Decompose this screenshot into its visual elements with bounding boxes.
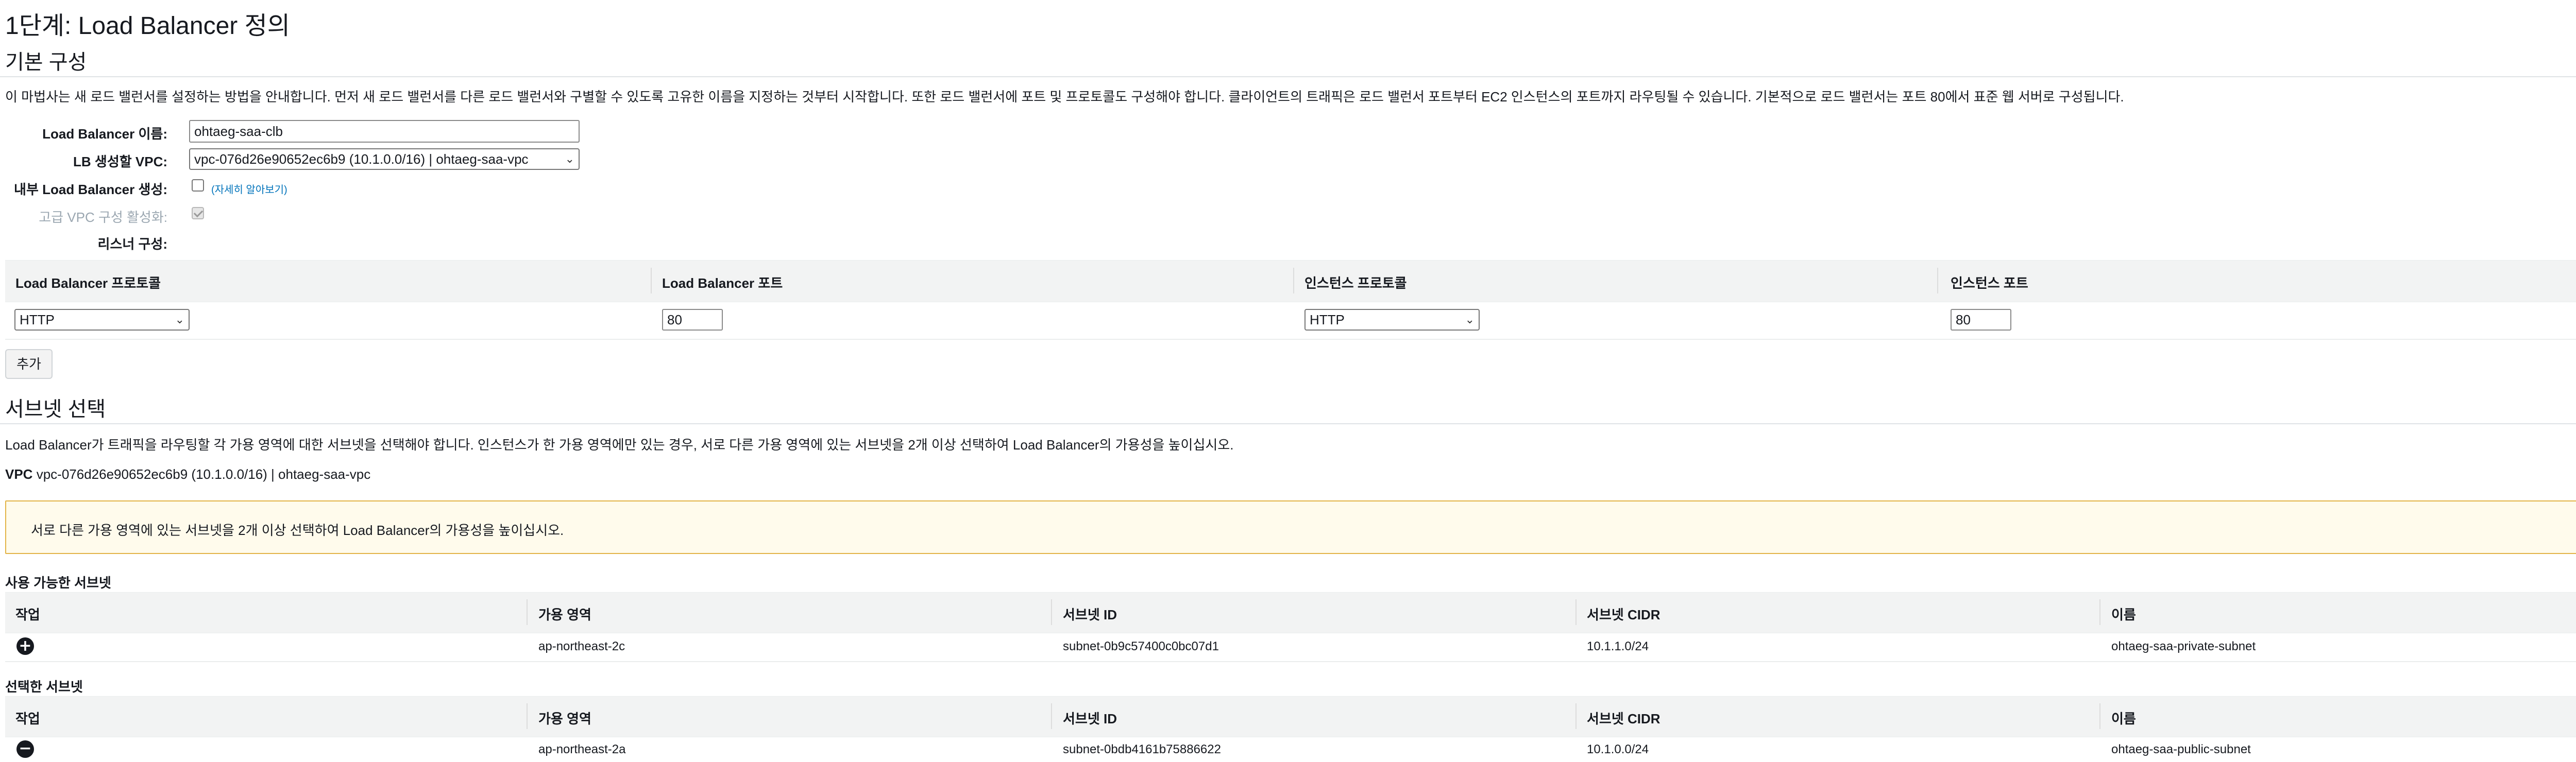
subnet-section-heading: 서브넷 선택: [5, 398, 106, 421]
learn-more-link[interactable]: (자세히 알아보기): [211, 181, 287, 196]
column-divider: [1937, 268, 1938, 293]
column-divider: [527, 599, 528, 625]
col-cidr: 서브넷 CIDR: [1587, 607, 1660, 622]
instance-protocol-value: HTTP: [1310, 312, 1345, 327]
section-divider: [0, 76, 2576, 77]
column-divider: [1293, 268, 1294, 293]
listener-header-instance-port: 인스턴스 포트: [1951, 275, 2028, 291]
page-title: 1단계: Load Balancer 정의: [5, 12, 290, 40]
listener-config-label: 리스너 구성:: [97, 236, 167, 252]
lb-protocol-value: HTTP: [20, 312, 55, 327]
available-subnets-header: [5, 592, 2576, 633]
subnet-section-description: Load Balancer가 트래픽을 라우팅할 각 가용 영역에 대한 서브넷…: [5, 437, 1234, 453]
chevron-down-icon: ⌄: [175, 313, 184, 326]
warning-alert: 서로 다른 가용 영역에 있는 서브넷을 2개 이상 선택하여 Load Bal…: [5, 500, 2576, 554]
instance-port-input[interactable]: [1951, 309, 2011, 331]
subnet-name: ohtaeg-saa-public-subnet: [2111, 742, 2251, 756]
table-row: + ap-northeast-2c subnet-0b9c57400c0bc07…: [5, 632, 2576, 661]
minus-circle-icon[interactable]: −: [16, 740, 34, 758]
internal-lb-label: 내부 Load Balancer 생성:: [14, 182, 167, 197]
row-divider: [5, 339, 2576, 340]
lb-vpc-select-value: vpc-076d26e90652ec6b9 (10.1.0.0/16) | oh…: [194, 151, 529, 167]
advanced-vpc-checkbox: [192, 207, 204, 219]
listener-header-instance-protocol: 인스턴스 프로토콜: [1304, 275, 1407, 291]
subnet-cidr: 10.1.0.0/24: [1587, 742, 1649, 756]
selected-subnets-heading: 선택한 서브넷: [5, 679, 83, 695]
instance-protocol-select[interactable]: HTTP ⌄: [1304, 309, 1480, 331]
col-cidr: 서브넷 CIDR: [1587, 711, 1660, 726]
lb-name-input[interactable]: [189, 120, 580, 143]
col-action: 작업: [15, 711, 40, 726]
plus-circle-icon[interactable]: +: [16, 637, 34, 655]
lb-name-label: Load Balancer 이름:: [42, 126, 167, 142]
chevron-down-icon: ⌄: [1465, 313, 1475, 326]
listener-table-header: [5, 260, 2576, 302]
basic-config-heading: 기본 구성: [5, 51, 87, 74]
chevron-down-icon: ⌄: [565, 152, 574, 165]
column-divider: [1575, 599, 1577, 625]
listener-header-lb-port: Load Balancer 포트: [662, 275, 783, 291]
subnet-id: subnet-0bdb4161b75886622: [1063, 742, 1221, 756]
row-divider: [5, 661, 2576, 662]
column-divider: [651, 268, 652, 293]
lb-protocol-select[interactable]: HTTP ⌄: [14, 309, 190, 331]
column-divider: [1051, 599, 1052, 625]
subnet-cidr: 10.1.1.0/24: [1587, 639, 1649, 653]
col-subnet-id: 서브넷 ID: [1063, 607, 1117, 622]
column-divider: [2099, 599, 2100, 625]
selected-subnets-header: [5, 696, 2576, 737]
lb-port-input[interactable]: [662, 309, 723, 331]
column-divider: [2099, 703, 2100, 729]
column-divider: [527, 703, 528, 729]
advanced-vpc-label: 고급 VPC 구성 활성화:: [39, 210, 167, 225]
column-divider: [1575, 703, 1577, 729]
vpc-label: VPC: [5, 466, 33, 482]
table-row: − ap-northeast-2a subnet-0bdb4161b758866…: [5, 736, 2576, 762]
lb-vpc-label: LB 생성할 VPC:: [73, 154, 167, 169]
col-name: 이름: [2111, 711, 2136, 726]
add-listener-button[interactable]: 추가: [5, 349, 53, 379]
col-az: 가용 영역: [538, 711, 591, 726]
column-divider: [1051, 703, 1052, 729]
basic-config-description: 이 마법사는 새 로드 밸런서를 설정하는 방법을 안내합니다. 먼저 새 로드…: [5, 89, 2124, 105]
listener-header-lb-protocol: Load Balancer 프로토콜: [15, 275, 161, 291]
internal-lb-checkbox[interactable]: [192, 179, 204, 192]
lb-vpc-select[interactable]: vpc-076d26e90652ec6b9 (10.1.0.0/16) | oh…: [189, 148, 580, 170]
subnet-id: subnet-0b9c57400c0bc07d1: [1063, 639, 1219, 653]
subnet-az: ap-northeast-2a: [538, 742, 626, 756]
section-divider: [0, 423, 2576, 424]
col-subnet-id: 서브넷 ID: [1063, 711, 1117, 726]
vpc-value: vpc-076d26e90652ec6b9 (10.1.0.0/16) | oh…: [36, 466, 371, 482]
subnet-az: ap-northeast-2c: [538, 639, 625, 653]
col-action: 작업: [15, 607, 40, 622]
subnet-name: ohtaeg-saa-private-subnet: [2111, 639, 2256, 653]
col-name: 이름: [2111, 607, 2136, 622]
available-subnets-heading: 사용 가능한 서브넷: [5, 575, 111, 591]
col-az: 가용 영역: [538, 607, 591, 622]
warning-text: 서로 다른 가용 영역에 있는 서브넷을 2개 이상 선택하여 Load Bal…: [31, 523, 564, 538]
